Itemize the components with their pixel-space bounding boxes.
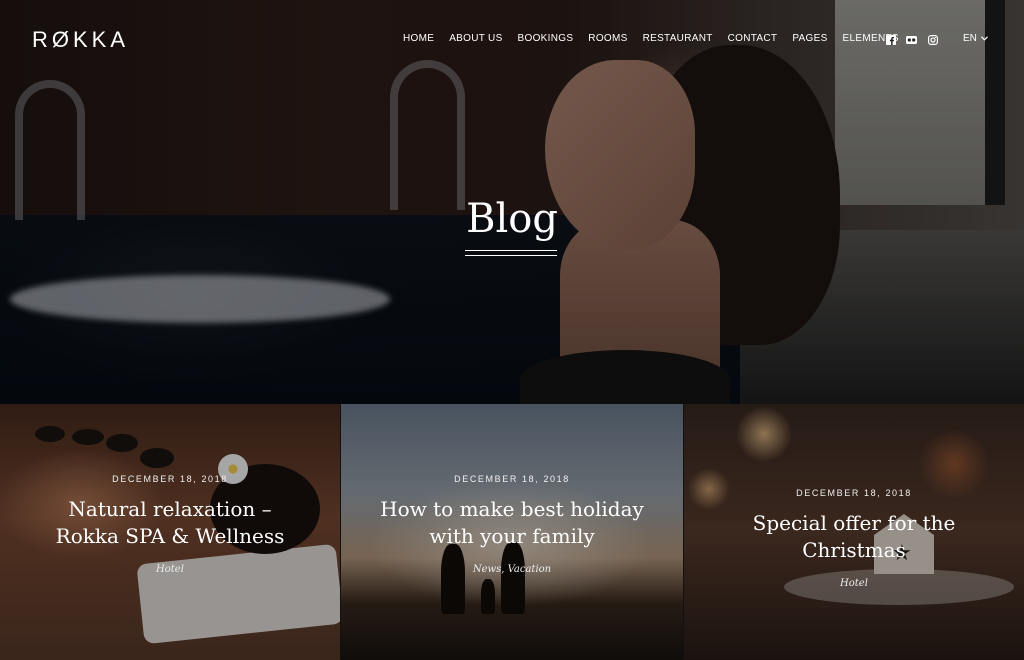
nav-item-bookings[interactable]: BOOKINGS <box>518 33 574 44</box>
instagram-icon[interactable] <box>927 34 938 45</box>
post-date: DECEMBER 18, 2018 <box>796 488 912 498</box>
blog-posts-grid: DECEMBER 18, 2018 Natural relaxation – R… <box>0 404 1024 660</box>
social-links <box>885 34 938 45</box>
nav-item-pages[interactable]: PAGES <box>792 33 827 44</box>
nav-item-about-us[interactable]: ABOUT US <box>449 33 502 44</box>
nav-item-contact[interactable]: CONTACT <box>728 33 778 44</box>
post-date: DECEMBER 18, 2018 <box>112 474 228 484</box>
blog-post-card[interactable]: ★ DECEMBER 18, 2018 Special offer for th… <box>684 404 1024 660</box>
site-logo[interactable]: RØKKA <box>32 27 129 53</box>
facebook-icon[interactable] <box>885 34 896 45</box>
language-label: EN <box>963 33 977 44</box>
post-title[interactable]: How to make best holiday with your famil… <box>361 496 663 550</box>
post-category[interactable]: Hotel <box>704 578 1004 589</box>
post-title[interactable]: Special offer for the Christmas <box>704 510 1004 564</box>
post-category[interactable]: News, Vacation <box>361 564 663 575</box>
post-category[interactable]: Hotel <box>20 564 320 575</box>
nav-item-rooms[interactable]: ROOMS <box>588 33 627 44</box>
nav-item-home[interactable]: HOME <box>403 33 434 44</box>
post-title[interactable]: Natural relaxation – Rokka SPA & Wellnes… <box>20 496 320 550</box>
title-underline <box>465 250 557 256</box>
page-title: Blog <box>466 196 558 242</box>
chevron-down-icon <box>980 33 988 44</box>
blog-post-card[interactable]: DECEMBER 18, 2018 Natural relaxation – R… <box>0 404 340 660</box>
blog-post-card[interactable]: DECEMBER 18, 2018 How to make best holid… <box>341 404 683 660</box>
post-date: DECEMBER 18, 2018 <box>454 474 570 484</box>
language-selector[interactable]: EN <box>963 33 988 44</box>
post-content: DECEMBER 18, 2018 Natural relaxation – R… <box>0 474 340 575</box>
post-content: DECEMBER 18, 2018 Special offer for the … <box>684 488 1024 589</box>
tripadvisor-icon[interactable] <box>906 34 917 45</box>
main-nav: HOME ABOUT US BOOKINGS ROOMS RESTAURANT … <box>403 33 914 44</box>
nav-item-restaurant[interactable]: RESTAURANT <box>643 33 713 44</box>
post-content: DECEMBER 18, 2018 How to make best holid… <box>341 474 683 575</box>
